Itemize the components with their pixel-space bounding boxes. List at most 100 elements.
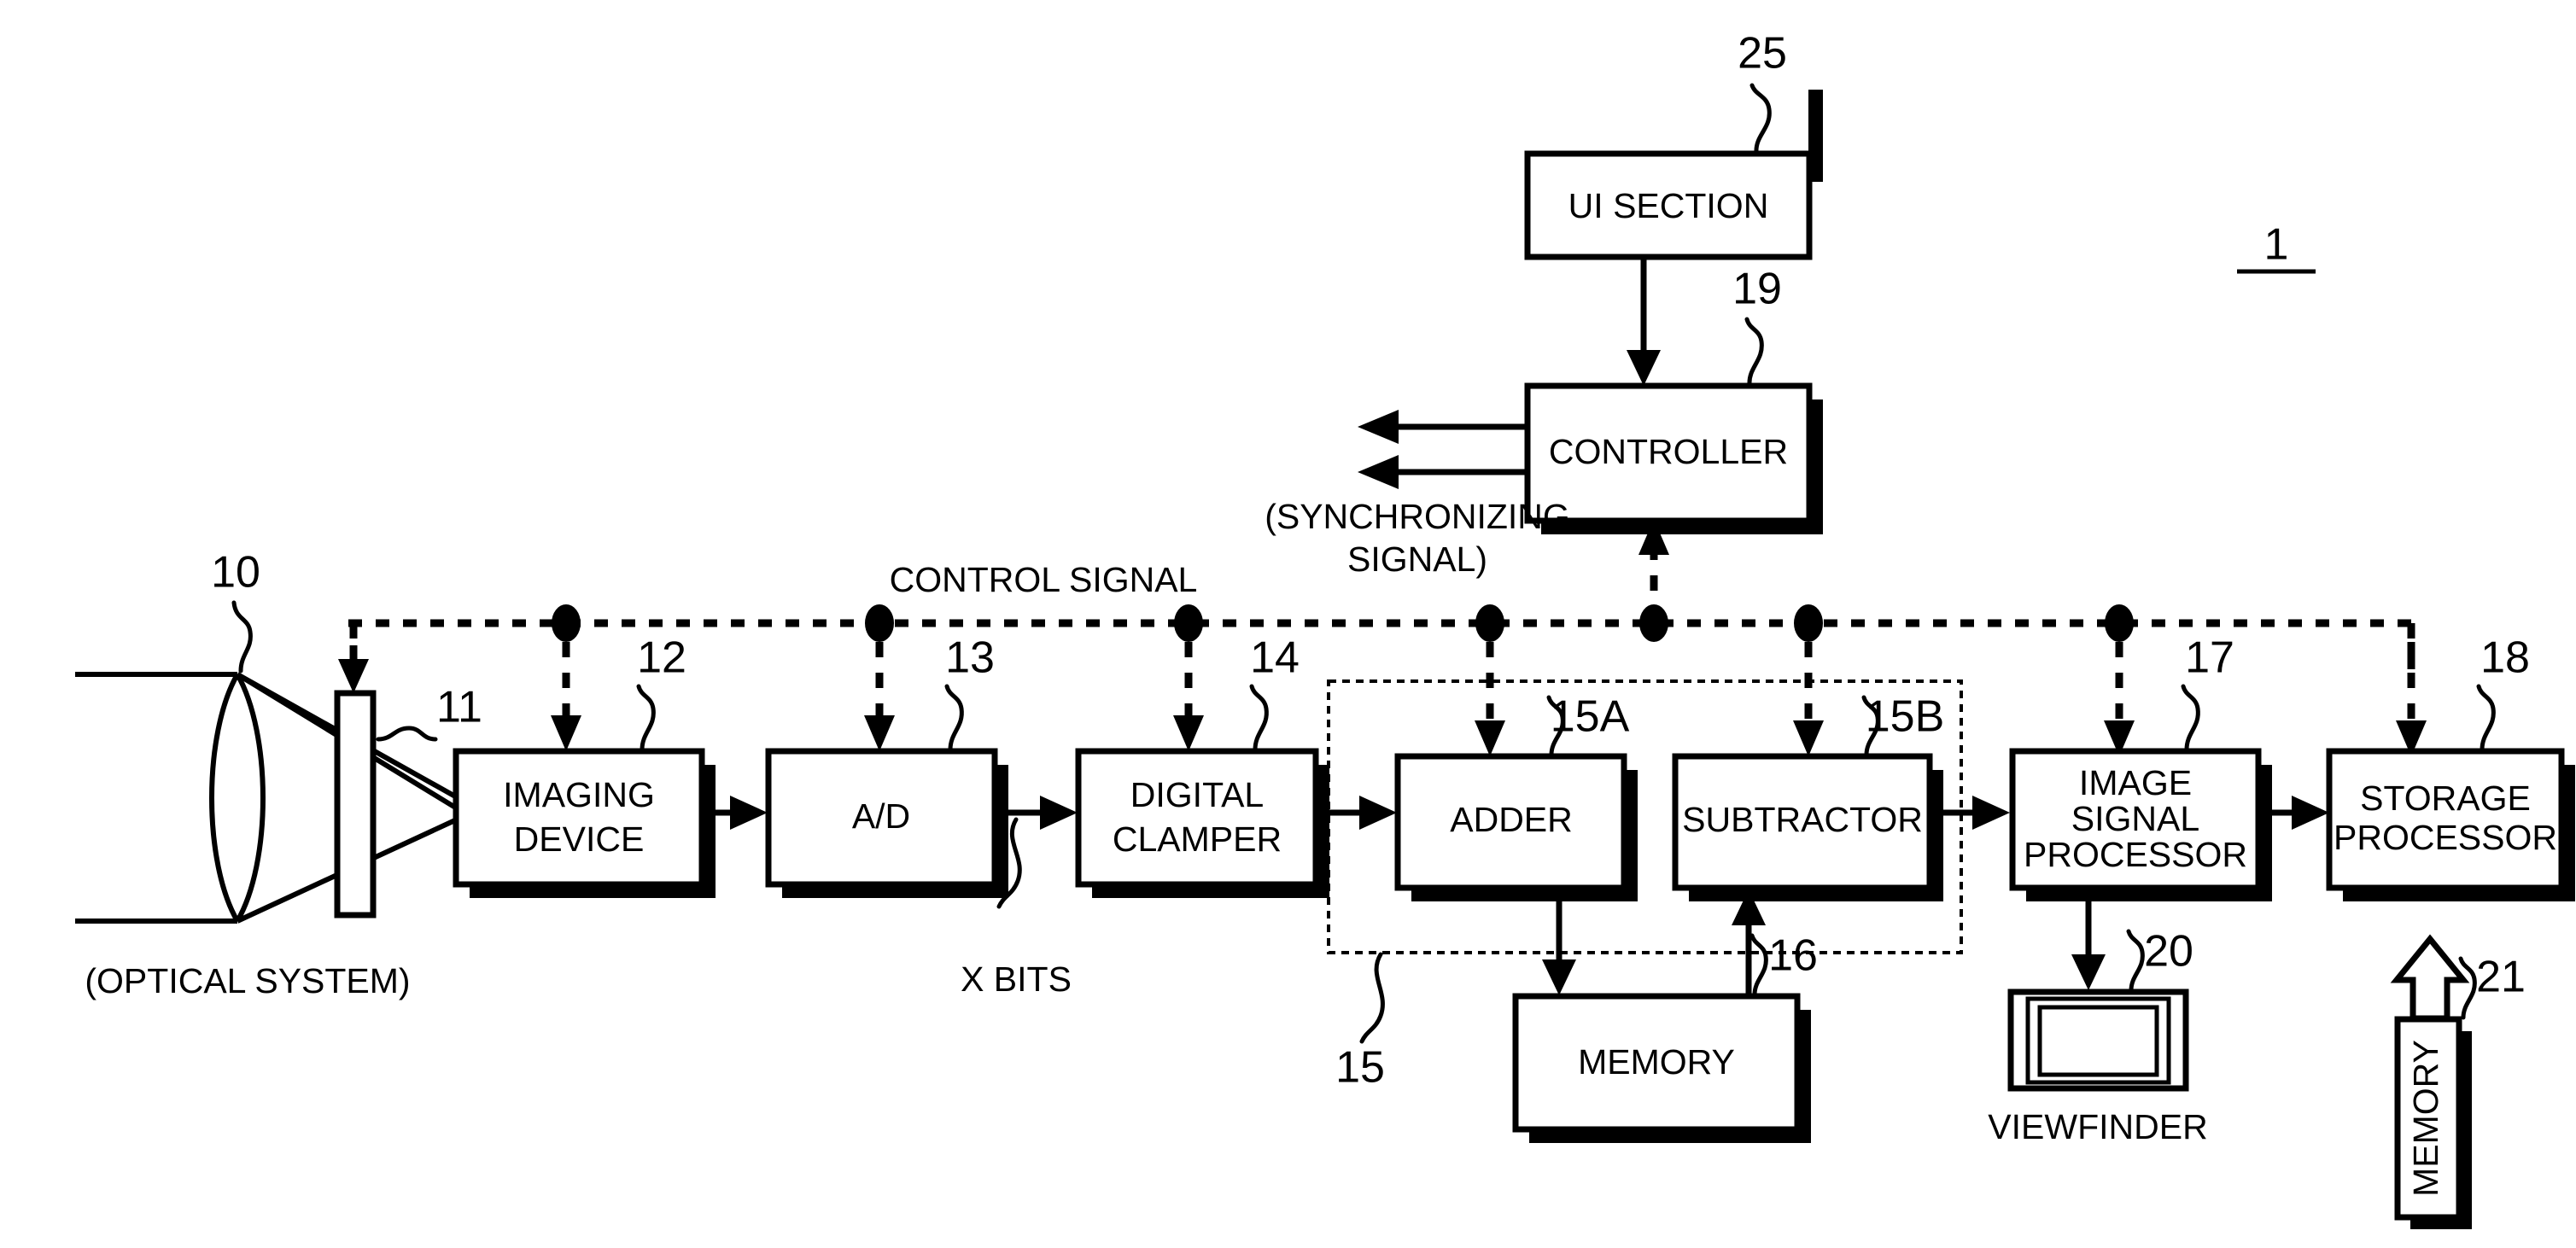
drop-clamper-arrow	[1173, 715, 1204, 751]
ref-20-leader-line	[2126, 929, 2145, 993]
viewfinder-label: VIEWFINDER	[1988, 1107, 2207, 1146]
x-bits-label: X BITS	[961, 959, 1072, 999]
block-iris[interactable]	[334, 690, 377, 919]
ref-14-leader-line	[1249, 684, 1269, 752]
isp-viewfinder-arrowhead	[2071, 954, 2106, 990]
ref-21-leader-line	[2458, 956, 2477, 1020]
patent-figure: 1 UI SECTION 25 CONTROLLER 19 (SYNCHRONI…	[0, 0, 2576, 1248]
sync-arrow-head-2	[1358, 455, 1399, 489]
ref-callout-10: 10	[211, 548, 260, 674]
bus-node-controller	[1639, 604, 1668, 642]
sync-signal-caption: (SYNCHRONIZING SIGNAL)	[1265, 497, 1570, 579]
block-memory-card[interactable]: MEMORY	[2394, 1016, 2472, 1229]
imaging-device-label-line1: IMAGING	[503, 775, 655, 814]
ref-callout-14: 14	[1249, 633, 1300, 752]
bus-node-imaging	[552, 604, 581, 642]
bus-node-subtractor	[1794, 604, 1823, 642]
ad-clamper-arrowhead	[1040, 796, 1078, 830]
control-drop-ad	[864, 642, 895, 751]
sync-signal-line-2: SIGNAL)	[1347, 539, 1487, 579]
digital-clamper-label-line2: CLAMPER	[1113, 819, 1282, 859]
block-ui-section[interactable]: UI SECTION	[1524, 90, 1823, 260]
block-image-signal-processor[interactable]: IMAGE SIGNAL PROCESSOR	[2009, 748, 2272, 901]
ref-callout-20: 20	[2126, 927, 2193, 993]
optical-system: (OPTICAL SYSTEM)	[75, 672, 459, 1000]
digital-clamper-label-line1: DIGITAL	[1130, 775, 1264, 814]
sync-signal-line-1: (SYNCHRONIZING	[1265, 497, 1570, 536]
adder-label: ADDER	[1450, 800, 1573, 839]
lens-left-surface	[209, 673, 240, 923]
iris-fill	[337, 693, 373, 915]
ref-11-number: 11	[436, 683, 482, 732]
bus-node-clamper	[1174, 604, 1203, 642]
ref-18-leader-line	[2476, 684, 2496, 752]
block-subtractor[interactable]: SUBTRACTOR	[1672, 753, 1943, 901]
adder-memory-arrowhead	[1542, 959, 1576, 995]
figure-reference: 1	[2237, 220, 2316, 274]
block-controller[interactable]: CONTROLLER	[1524, 382, 1823, 534]
ref-callout-18: 18	[2476, 633, 2530, 752]
subtractor-label: SUBTRACTOR	[1682, 800, 1923, 839]
storage-processor-label-line1: STORAGE	[2360, 779, 2531, 818]
subtractor-isp-arrowhead	[1972, 796, 2010, 830]
ref-25-leader-line	[1749, 83, 1772, 155]
ui-controller-arrowhead	[1627, 350, 1661, 386]
ref-12-number: 12	[637, 633, 686, 683]
ref-10-leader-line	[231, 600, 253, 674]
storage-processor-label-line2: PROCESSOR	[2334, 818, 2557, 857]
drop-adder-arrow	[1475, 720, 1505, 756]
control-drop-subtractor	[1793, 642, 1824, 756]
ref-callout-19: 19	[1732, 265, 1782, 387]
ref-17-leader-line	[2181, 684, 2200, 752]
ref-callout-21: 21	[2458, 953, 2526, 1020]
control-drop-isp	[2104, 642, 2135, 756]
arrow-adder-to-memory	[1542, 889, 1576, 995]
figure-reference-label: 1	[2264, 220, 2289, 270]
isp-label-line2: SIGNAL	[2071, 799, 2199, 838]
ref-15-number: 15	[1335, 1043, 1385, 1093]
ui-section-label: UI SECTION	[1568, 186, 1769, 225]
ref-callout-11: 11	[376, 683, 482, 742]
control-drop-adder	[1475, 642, 1505, 756]
block-adder[interactable]: ADDER	[1394, 753, 1638, 901]
bus-node-adder	[1475, 604, 1504, 642]
block-digital-clamper[interactable]: DIGITAL CLAMPER	[1075, 748, 1329, 898]
ref-callout-17: 17	[2181, 633, 2234, 752]
ref-callout-15a: 15A	[1546, 692, 1630, 757]
ref-16-leader-line	[1749, 933, 1768, 997]
bus-node-ad	[865, 604, 894, 642]
lens-right-surface	[235, 673, 266, 923]
block-diagram-canvas: 1 UI SECTION 25 CONTROLLER 19 (SYNCHRONI…	[75, 29, 2575, 1229]
ref-11-leader-line	[376, 726, 438, 742]
ref-17-number: 17	[2185, 633, 2234, 683]
ref-13-number: 13	[945, 633, 995, 683]
drop-ad-arrow	[864, 715, 895, 751]
ref-10-number: 10	[211, 548, 260, 598]
block-memory-frame[interactable]: MEMORY	[1512, 993, 1811, 1143]
ref-15a-number: 15A	[1551, 692, 1630, 742]
ref-callout-13: 13	[944, 633, 995, 752]
block-ad-converter[interactable]: A/D	[765, 748, 1008, 898]
ref-13-leader-line	[944, 684, 964, 752]
block-storage-processor[interactable]: STORAGE PROCESSOR	[2326, 748, 2575, 901]
ref-callout-16: 16	[1749, 931, 1818, 997]
imaging-ad-arrowhead	[730, 796, 768, 830]
isp-label-line3: PROCESSOR	[2024, 835, 2247, 874]
ref-21-number: 21	[2476, 953, 2526, 1002]
control-drop-iris	[338, 645, 369, 693]
ref-12-leader-line	[636, 684, 656, 752]
block-viewfinder[interactable]: VIEWFINDER	[1988, 988, 2208, 1146]
bus-node-isp	[2105, 604, 2134, 642]
ref-18-number: 18	[2480, 633, 2530, 683]
ref-callout-15b: 15B	[1861, 692, 1944, 757]
control-drop-clamper	[1173, 642, 1204, 751]
block-imaging-device[interactable]: IMAGING DEVICE	[453, 748, 716, 898]
arrow-memorycard-to-storage	[2390, 934, 2470, 1022]
sync-signal-outputs	[1358, 410, 1527, 489]
ref-14-number: 14	[1250, 633, 1300, 683]
memory-card-label: MEMORY	[2406, 1040, 2445, 1197]
arrow-ui-to-controller	[1627, 257, 1661, 386]
isp-storage-arrowhead	[2292, 796, 2329, 830]
memory-frame-label: MEMORY	[1578, 1042, 1735, 1082]
controller-label: CONTROLLER	[1549, 432, 1788, 471]
